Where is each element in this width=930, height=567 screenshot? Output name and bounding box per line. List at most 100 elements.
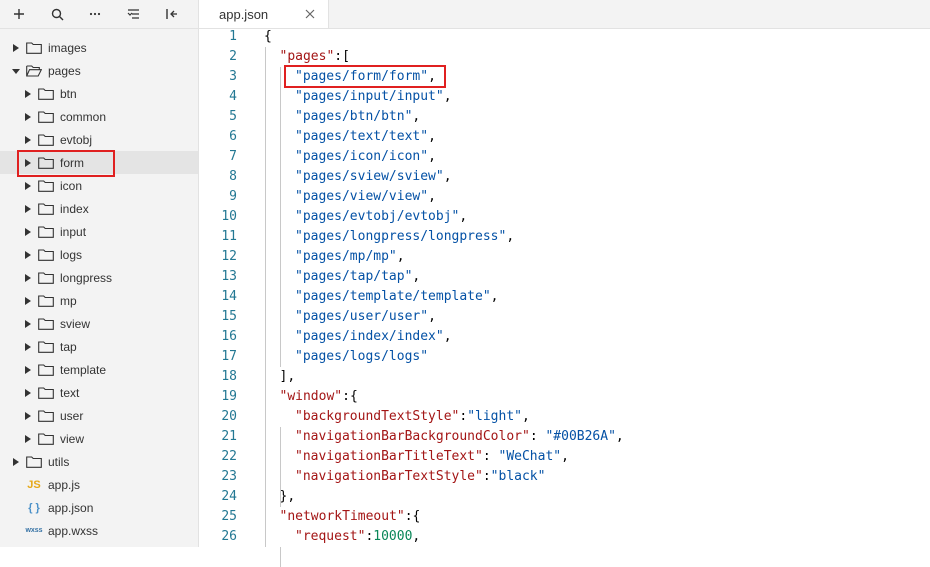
chevron-right-icon[interactable] xyxy=(24,112,32,121)
tree-item-label: view xyxy=(60,431,85,446)
code-text: "request":10000, xyxy=(295,527,420,547)
code-token: "networkTimeout" xyxy=(279,509,405,524)
tree-item-evtobj[interactable]: evtobj xyxy=(0,128,198,151)
pages-form-highlight xyxy=(284,65,446,88)
chevron-right-icon[interactable] xyxy=(24,319,32,328)
chevron-right-icon[interactable] xyxy=(24,181,32,190)
line-number: 16 xyxy=(221,329,237,344)
chevron-right-icon[interactable] xyxy=(24,434,32,443)
json-file-icon: { } xyxy=(28,501,40,514)
tree-item-text[interactable]: text xyxy=(0,381,198,404)
code-line: 9 "pages/view/view", xyxy=(199,187,930,207)
tree-item-tap[interactable]: tap xyxy=(0,335,198,358)
chevron-right-icon[interactable] xyxy=(12,43,20,52)
tree-item-app-wxss[interactable]: wxss app.wxss xyxy=(0,519,198,542)
close-icon[interactable] xyxy=(304,8,316,20)
code-line: 13 "pages/tap/tap", xyxy=(199,267,930,287)
chevron-right-icon[interactable] xyxy=(24,89,32,98)
code-token: , xyxy=(490,289,499,304)
tree-item-label: pages xyxy=(48,63,81,78)
code-text: "pages/mp/mp", xyxy=(295,247,405,267)
code-text: ], xyxy=(280,367,296,387)
code-text: "pages/input/input", xyxy=(295,87,452,107)
folder-icon xyxy=(38,386,54,399)
code-token: , xyxy=(412,109,421,124)
tree-item-longpress[interactable]: longpress xyxy=(0,266,198,289)
code-token: "#00B26A" xyxy=(545,429,616,444)
tree-item-app-js[interactable]: JS app.js xyxy=(0,473,198,496)
chevron-down-icon[interactable] xyxy=(12,67,20,75)
tab-app-json[interactable]: app.json xyxy=(199,0,329,28)
code-text: "pages/icon/icon", xyxy=(295,147,436,167)
folder-icon xyxy=(38,432,54,445)
tree-item-label: evtobj xyxy=(60,132,93,147)
tree-item-utils[interactable]: utils xyxy=(0,450,198,473)
code-token: , xyxy=(428,189,436,204)
chevron-right-icon[interactable] xyxy=(24,411,32,420)
tree-item-user[interactable]: user xyxy=(0,404,198,427)
code-token: "navigationBarTextStyle" xyxy=(295,469,483,484)
line-number: 14 xyxy=(221,289,237,304)
chevron-right-icon[interactable] xyxy=(24,388,32,397)
folder-icon xyxy=(38,294,54,307)
tree-item-input[interactable]: input xyxy=(0,220,198,243)
line-number: 11 xyxy=(221,229,237,244)
plus-icon[interactable] xyxy=(9,4,29,24)
code-text: "pages/template/template", xyxy=(295,287,499,307)
tree-item-template[interactable]: template xyxy=(0,358,198,381)
code-token: : xyxy=(482,449,499,464)
chevron-right-icon[interactable] xyxy=(24,296,32,305)
code-text: "pages/longpress/longpress", xyxy=(295,227,514,247)
tree-item-label: input xyxy=(60,224,87,239)
chevron-right-icon[interactable] xyxy=(24,273,32,282)
tree-item-icon[interactable]: icon xyxy=(0,174,198,197)
tree-item-app-json[interactable]: { } app.json xyxy=(0,496,198,519)
tree-item-label: btn xyxy=(60,86,77,101)
tree-item-common[interactable]: common xyxy=(0,105,198,128)
code-line: 6 "pages/text/text", xyxy=(199,127,930,147)
chevron-right-icon[interactable] xyxy=(24,204,32,213)
code-text: "backgroundTextStyle":"light", xyxy=(295,407,530,427)
chevron-right-icon[interactable] xyxy=(24,342,32,351)
code-token: { xyxy=(264,29,272,44)
folder-icon xyxy=(26,455,42,468)
line-number: 18 xyxy=(221,369,237,384)
line-number: 12 xyxy=(221,249,237,264)
chevron-right-icon[interactable] xyxy=(24,227,32,236)
chevron-right-icon[interactable] xyxy=(24,250,32,259)
code-token: , xyxy=(428,129,436,144)
tree-item-images[interactable]: images xyxy=(0,36,198,59)
tree-item-label: utils xyxy=(48,454,70,469)
tree-item-index[interactable]: index xyxy=(0,197,198,220)
code-token: "pages/text/text" xyxy=(295,129,429,144)
chevron-right-icon[interactable] xyxy=(12,457,20,466)
code-line: 24}, xyxy=(199,487,930,507)
code-text: "window":{ xyxy=(280,387,358,407)
folder-icon xyxy=(38,179,54,192)
tree-item-pages[interactable]: pages xyxy=(0,59,198,82)
tree-item-label: template xyxy=(60,362,107,377)
indent-guide-level1 xyxy=(265,47,266,547)
tree-item-sview[interactable]: sview xyxy=(0,312,198,335)
folder-icon xyxy=(26,41,42,54)
code-token: : xyxy=(482,469,491,484)
code-line: 14 "pages/template/template", xyxy=(199,287,930,307)
code-line: 1{ xyxy=(199,27,930,47)
tree-item-label: app.json xyxy=(48,500,94,515)
more-icon[interactable] xyxy=(85,4,105,24)
folder-icon xyxy=(38,340,54,353)
tree-item-logs[interactable]: logs xyxy=(0,243,198,266)
code-line: 16 "pages/index/index", xyxy=(199,327,930,347)
code-token: "pages/view/view" xyxy=(295,189,429,204)
folder-icon xyxy=(38,363,54,376)
toggle-sidebar-icon[interactable] xyxy=(161,4,181,24)
search-icon[interactable] xyxy=(47,4,67,24)
chevron-right-icon[interactable] xyxy=(24,365,32,374)
collapse-all-icon[interactable] xyxy=(123,4,143,24)
code-token: "backgroundTextStyle" xyxy=(295,409,460,424)
tree-item-btn[interactable]: btn xyxy=(0,82,198,105)
code-line: 7 "pages/icon/icon", xyxy=(199,147,930,167)
tree-item-view[interactable]: view xyxy=(0,427,198,450)
tree-item-mp[interactable]: mp xyxy=(0,289,198,312)
chevron-right-icon[interactable] xyxy=(24,135,32,144)
